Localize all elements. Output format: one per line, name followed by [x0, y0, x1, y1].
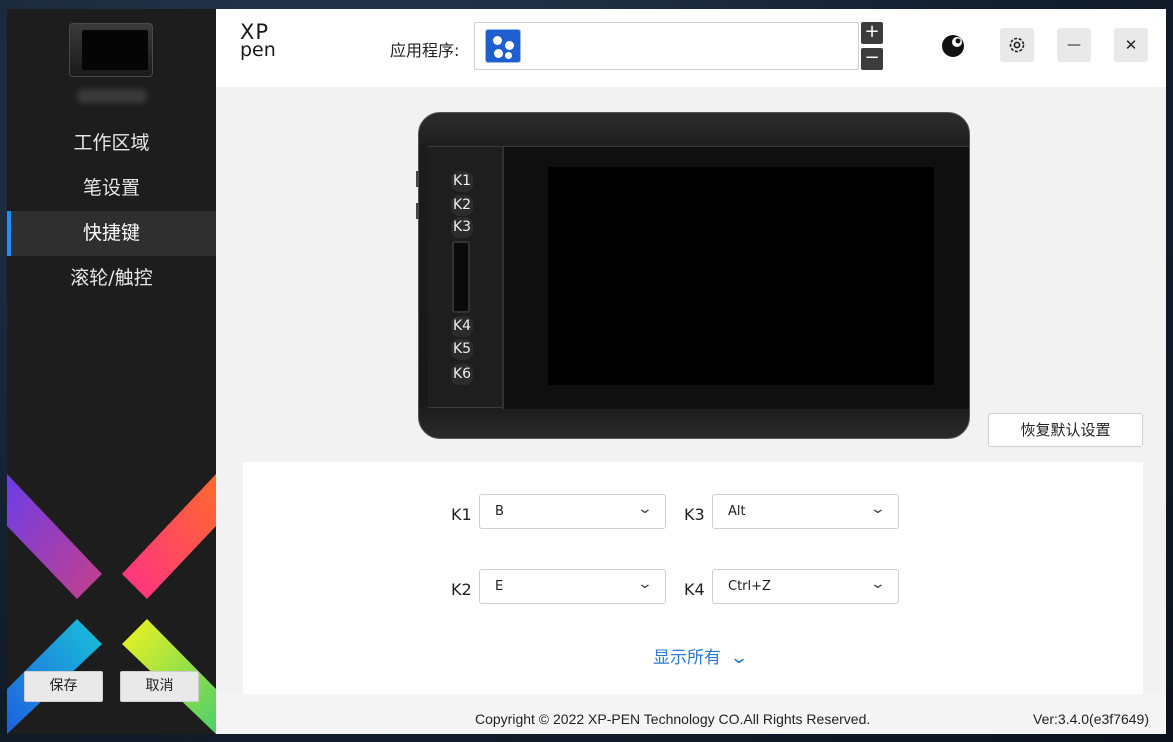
tablet-body: K1 K2 K3 K4 K5 K6 [428, 146, 969, 409]
k1-label: K1 [451, 505, 472, 524]
k4-label: K4 [684, 580, 705, 599]
k3-value: Alt [728, 504, 746, 519]
k3-dropdown[interactable]: Alt ⌄ [712, 494, 899, 529]
show-all-link[interactable]: 显示所有 ⌄ [653, 643, 750, 668]
tablet-key-k2[interactable]: K2 [451, 195, 473, 216]
close-button[interactable]: ✕ [1114, 28, 1148, 62]
k2-dropdown[interactable]: E ⌄ [479, 569, 666, 604]
tablet-illustration: K1 K2 K3 K4 K5 K6 [416, 112, 970, 439]
sidebar-nav: 工作区域 笔设置 快捷键 滚轮/触控 [7, 121, 216, 301]
chevron-down-icon: ⌄ [869, 576, 887, 592]
tablet-side-button [416, 203, 419, 219]
shortcut-panel: K1 B ⌄ K3 Alt ⌄ K2 E ⌄ K4 Ctrl+Z ⌄ 显示所有 … [243, 462, 1143, 694]
remove-application-button[interactable]: − [861, 48, 883, 70]
sidebar-item-shortcut-keys[interactable]: 快捷键 [7, 211, 216, 256]
chevron-down-icon: ⌄ [869, 501, 887, 517]
device-name [77, 89, 147, 103]
tablet-key-k4[interactable]: K4 [451, 316, 473, 337]
sidebar-item-work-area[interactable]: 工作区域 [7, 121, 216, 166]
header: XP pen 应用程序: + − — ✕ [216, 9, 1166, 87]
sidebar-item-wheel-touch[interactable]: 滚轮/触控 [7, 256, 216, 301]
k1-value: B [495, 504, 504, 519]
k1-dropdown[interactable]: B ⌄ [479, 494, 666, 529]
sidebar: 工作区域 笔设置 快捷键 滚轮/触控 保存 取消 [7, 9, 216, 734]
cancel-button[interactable]: 取消 [120, 671, 199, 702]
version-text: Ver:3.4.0(e3f7649) [1033, 711, 1149, 727]
k2-label: K2 [451, 580, 472, 599]
tablet-active-area-frame [504, 147, 969, 409]
xppen-logo: XP pen [240, 22, 292, 71]
k4-value: Ctrl+Z [728, 579, 771, 594]
add-application-button[interactable]: + [861, 22, 883, 44]
application-selector[interactable] [474, 22, 859, 70]
logo-line2: pen [240, 39, 276, 61]
save-button[interactable]: 保存 [24, 671, 103, 702]
chevron-down-icon: ⌄ [729, 648, 750, 668]
device-thumbnail[interactable] [69, 23, 153, 77]
chevron-down-icon: ⌄ [636, 576, 654, 592]
tablet-key-k1[interactable]: K1 [451, 171, 473, 192]
tablet-key-k6[interactable]: K6 [451, 364, 473, 385]
all-apps-icon [485, 29, 521, 63]
minimize-button[interactable]: — [1057, 28, 1091, 62]
tablet-key-k3[interactable]: K3 [451, 217, 473, 238]
tablet-key-k5[interactable]: K5 [451, 339, 473, 360]
application-label: 应用程序: [390, 41, 460, 60]
k2-value: E [495, 579, 504, 594]
k4-dropdown[interactable]: Ctrl+Z ⌄ [712, 569, 899, 604]
restore-defaults-button[interactable]: 恢复默认设置 [988, 413, 1143, 447]
sidebar-item-pen-settings[interactable]: 笔设置 [7, 166, 216, 211]
gear-icon[interactable] [1000, 28, 1034, 62]
footer: Copyright © 2022 XP-PEN Technology CO.Al… [216, 694, 1166, 734]
copyright-text: Copyright © 2022 XP-PEN Technology CO.Al… [475, 711, 871, 727]
app-window: 工作区域 笔设置 快捷键 滚轮/触控 保存 取消 XP pen 应用程序: + … [7, 9, 1166, 734]
user-feedback-icon[interactable] [937, 28, 971, 62]
chevron-down-icon: ⌄ [636, 501, 654, 517]
tablet-screen [548, 167, 934, 385]
show-all-label: 显示所有 [653, 648, 721, 668]
tablet-wheel [452, 241, 470, 313]
tablet-side-button [416, 171, 419, 187]
k3-label: K3 [684, 505, 705, 524]
